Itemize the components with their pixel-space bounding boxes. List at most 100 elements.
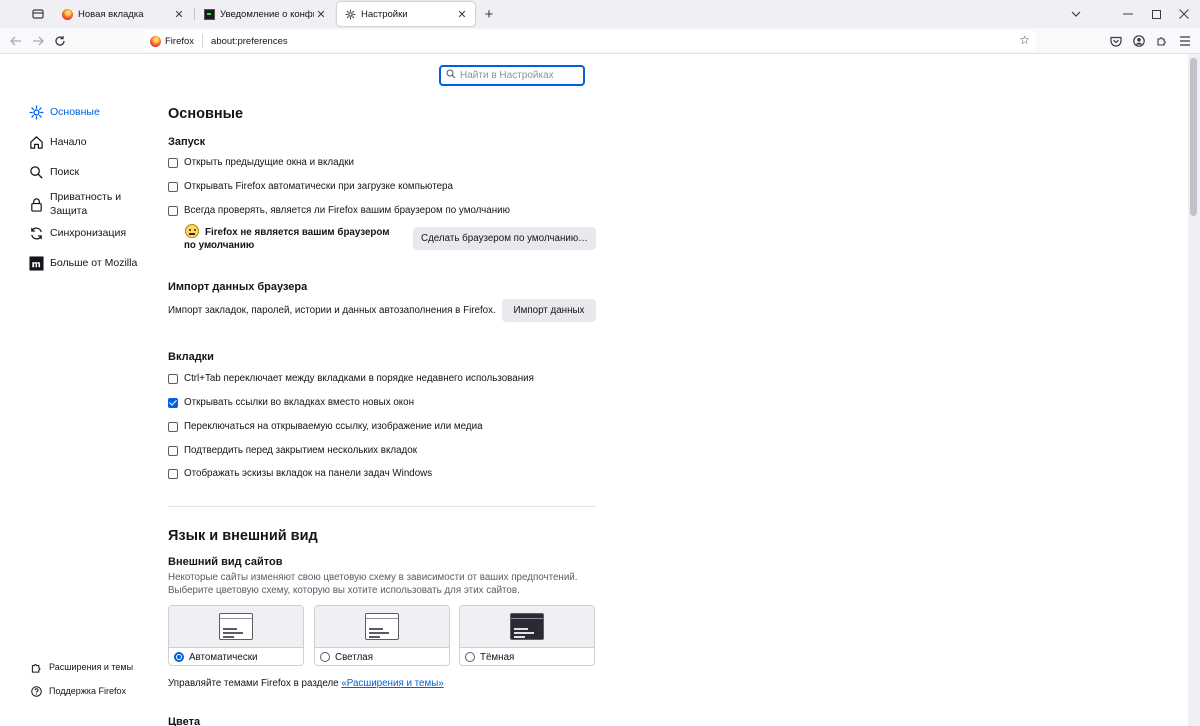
sidebar-item-search[interactable]: Поиск [28,164,79,180]
sidebar-item-privacy[interactable]: Приватность и Защита [28,190,121,218]
checkbox-label: Открыть предыдущие окна и вкладки [184,157,355,168]
checkbox-label: Отображать эскизы вкладок на панели зада… [184,468,433,479]
radio-button[interactable] [320,652,330,662]
section-title-language-appearance: Язык и внешний вид [168,528,318,544]
tab-title: Новая вкладка [78,8,144,20]
settings-search[interactable] [439,65,585,86]
sync-icon [28,225,44,241]
back-button[interactable] [8,33,24,49]
terminal-icon [204,8,215,20]
radio-button[interactable] [174,652,184,662]
theme-card-light[interactable]: Светлая [314,605,450,666]
subsection-title-colors: Цвета [168,716,201,726]
checkbox-open-on-startup[interactable]: Открывать Firefox автоматически при загр… [168,181,453,192]
reload-button[interactable] [52,33,68,49]
search-icon [28,164,44,180]
identity-box[interactable]: Firefox [150,34,204,48]
manage-themes-text: Управляйте темами Firefox в разделе «Рас… [168,678,444,689]
tab-list-icon[interactable] [30,6,46,22]
subsection-title-website-appearance: Внешний вид сайтов [168,556,283,568]
tab-title: Настройки [361,8,408,20]
website-appearance-description-1: Некоторые сайты изменяют свою цветовую с… [168,572,578,583]
sidebar-item-general[interactable]: Основные [28,104,100,120]
tab-strip: Новая вкладка ✕ Уведомление о конфиденци… [0,0,1200,28]
forward-button[interactable] [30,33,46,49]
checkbox-warn-on-close[interactable]: Подтвердить перед закрытием нескольких в… [168,445,417,456]
checkbox-open-links-in-tabs[interactable]: Открывать ссылки во вкладках вместо новы… [168,397,414,408]
checkbox-ctrl-tab-order[interactable]: Ctrl+Tab переключает между вкладками в п… [168,373,534,384]
menu-icon[interactable] [1177,33,1193,49]
tab-privacy-notice[interactable]: Уведомление о конфиденциальности ✕ [196,2,334,26]
checkbox[interactable] [168,205,178,216]
extensions-icon[interactable] [1154,33,1170,49]
tab-settings[interactable]: Настройки ✕ [337,2,475,26]
close-window-icon[interactable] [1172,4,1196,24]
checkbox[interactable] [168,421,178,432]
close-icon[interactable]: ✕ [172,8,186,21]
settings-search-input[interactable] [460,70,570,81]
sidebar-item-label: Поиск [50,166,80,178]
pocket-icon[interactable] [1108,33,1124,49]
subsection-title-startup: Запуск [168,136,206,148]
sidebar-item-extensions-themes[interactable]: Расширения и темы [30,661,133,673]
checkbox[interactable] [168,157,178,168]
close-icon[interactable]: ✕ [314,8,328,21]
subsection-title-tabs: Вкладки [168,351,214,363]
subsection-title-import: Импорт данных браузера [168,281,308,293]
home-icon [28,134,44,150]
minimize-icon[interactable] [1116,4,1140,24]
checkbox[interactable] [168,181,178,192]
theme-card-automatic[interactable]: Автоматически [168,605,304,666]
checkbox[interactable] [168,373,178,384]
checkbox-label: Открывать ссылки во вкладках вместо новы… [184,397,415,408]
theme-preview-window [219,613,253,640]
checkbox-label: Открывать Firefox автоматически при загр… [184,181,453,192]
extensions-themes-link[interactable]: «Расширения и темы» [341,678,443,689]
checkbox[interactable] [168,445,178,456]
checkbox[interactable] [168,397,178,408]
sidebar-item-label: Приватность и Защита [50,190,121,218]
checkbox-taskbar-previews[interactable]: Отображать эскизы вкладок на панели зада… [168,468,432,479]
checkbox-label: Всегда проверять, является ли Firefox ва… [184,205,510,216]
scrollbar[interactable] [1188,54,1200,726]
tab-title: Уведомление о конфиденциальности [220,8,314,20]
sidebar-item-label: Поддержка Firefox [49,686,126,696]
checkbox-label: Подтвердить перед закрытием нескольких в… [184,445,418,456]
theme-label: Тёмная [480,651,515,663]
checkbox-label: Переключаться на открываемую ссылку, изо… [184,421,483,432]
checkbox-switch-to-new-tab[interactable]: Переключаться на открываемую ссылку, изо… [168,421,483,432]
new-tab-button[interactable]: + [481,6,497,23]
tab-list-dropdown-icon[interactable] [1064,4,1088,24]
sidebar-item-label-line1: Приватность и [50,191,122,203]
checkbox-restore-session[interactable]: Открыть предыдущие окна и вкладки [168,157,354,168]
account-icon[interactable] [1131,33,1147,49]
checkbox-check-default-browser[interactable]: Всегда проверять, является ли Firefox ва… [168,205,510,216]
identity-label: Firefox [165,35,195,47]
theme-preview [460,606,594,648]
sidebar-item-label: Начало [50,136,87,148]
checkbox[interactable] [168,468,178,479]
url-bar[interactable]: Firefox about:preferences ☆ [144,30,1036,52]
radio-button[interactable] [465,652,475,662]
make-default-button[interactable]: Сделать браузером по умолчанию… [413,227,596,250]
theme-card-dark[interactable]: Тёмная [459,605,595,666]
section-divider [168,506,596,507]
sidebar-item-more-from-mozilla[interactable]: Больше от Mozilla [28,255,137,271]
sidebar-item-label: Больше от Mozilla [50,257,138,269]
scrollbar-thumb[interactable] [1190,58,1197,216]
close-icon[interactable]: ✕ [455,8,469,21]
sidebar-item-label: Синхронизация [50,227,127,239]
sidebar-item-sync[interactable]: Синхронизация [28,225,126,241]
bookmark-star-icon[interactable]: ☆ [1019,33,1030,47]
sidebar-item-home[interactable]: Начало [28,134,87,150]
mozilla-icon [28,255,44,271]
tab-new-tab[interactable]: Новая вкладка ✕ [54,2,192,26]
help-icon [30,685,42,697]
url-text[interactable]: about:preferences [211,36,288,47]
maximize-icon[interactable] [1144,4,1168,24]
manage-themes-prefix: Управляйте темами Firefox в разделе [168,678,342,689]
sidebar-item-label: Основные [50,106,100,118]
sidebar-item-firefox-support[interactable]: Поддержка Firefox [30,685,126,697]
import-data-button[interactable]: Импорт данных [502,299,596,322]
puzzle-icon [30,661,42,673]
